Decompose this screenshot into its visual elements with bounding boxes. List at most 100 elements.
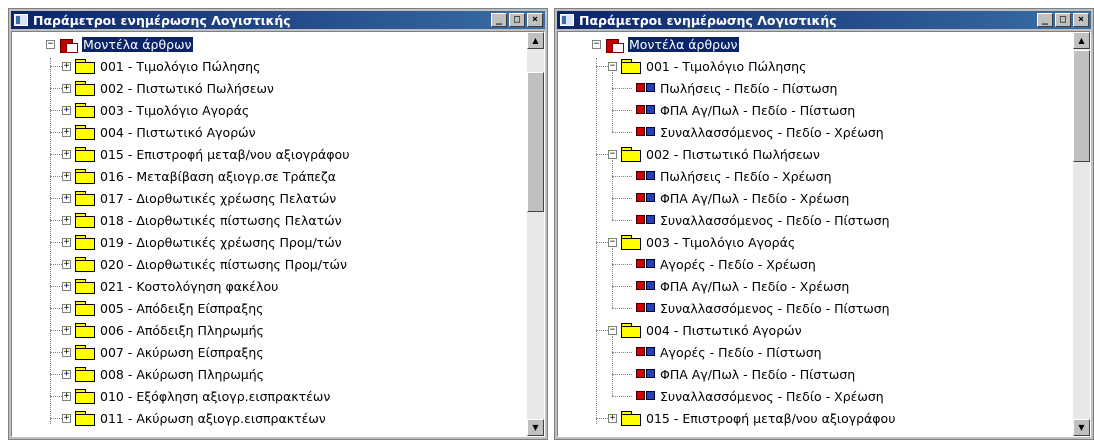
tree-leaf-node[interactable]: Αγορές - Πεδίο - Χρέωση [636, 254, 816, 274]
scroll-thumb[interactable] [1073, 50, 1090, 162]
expand-icon[interactable]: + [62, 281, 71, 291]
tree-root-node[interactable]: − Μοντέλα άρθρων [46, 34, 193, 54]
expand-icon[interactable]: + [62, 413, 71, 423]
tree-item[interactable]: +017 - Διορθωτικές χρέωσης Πελατών [62, 188, 336, 208]
tree-leaf-node[interactable]: Συναλλασσόμενος - Πεδίο - Χρέωση [636, 386, 884, 406]
expand-icon[interactable]: + [62, 215, 71, 225]
tree-node-label: 016 - Μεταβίβαση αξιογρ.σε Τράπεζα [100, 168, 337, 184]
tree-item[interactable]: +015 - Επιστροφή μεταβ/νου αξιογράφου [62, 144, 349, 164]
folder-icon [75, 411, 95, 426]
scroll-thumb[interactable] [527, 72, 544, 212]
tree-leaf-node[interactable]: ΦΠΑ Αγ/Πωλ - Πεδίο - Χρέωση [636, 188, 849, 208]
tree-item[interactable]: +002 - Πιστωτικό Πωλήσεων [62, 78, 274, 98]
tree-view[interactable]: − Μοντέλα άρθρων +001 - Τιμολόγιο Πώλησης +… [12, 32, 526, 436]
expand-icon[interactable]: + [62, 347, 71, 357]
scroll-down-button[interactable]: ▼ [1073, 419, 1090, 436]
tree-item[interactable]: +005 - Απόδειξη Είσπραξης [62, 298, 264, 318]
tree-leaf-node[interactable]: Συναλλασσόμενος - Πεδίο - Πίστωση [636, 298, 890, 318]
tree-connector-line [50, 418, 62, 419]
expand-icon[interactable]: + [62, 325, 71, 335]
close-button[interactable]: × [1073, 13, 1089, 27]
folder-icon [75, 213, 95, 228]
scroll-down-button[interactable]: ▼ [527, 419, 544, 436]
expand-icon[interactable]: + [608, 413, 617, 423]
tree-leaf-node[interactable]: ΦΠΑ Αγ/Πωλ - Πεδίο - Πίστωση [636, 364, 855, 384]
tree-connector-line [612, 264, 632, 265]
tree-leaf-node[interactable]: Συναλλασσόμενος - Πεδίο - Πίστωση [636, 210, 890, 230]
tree-group-node[interactable]: − 003 - Τιμολόγιο Αγοράς [608, 232, 795, 252]
scroll-up-button[interactable]: ▲ [1073, 32, 1090, 49]
tree-item[interactable]: +008 - Ακύρωση Πληρωμής [62, 364, 264, 384]
tree-connector-line [596, 242, 608, 243]
tree-view[interactable]: − Μοντέλα άρθρων − 001 - Τιμολόγιο Πώλησης Π… [558, 32, 1072, 436]
tree-leaf-node[interactable]: Συναλλασσόμενος - Πεδίο - Χρέωση [636, 122, 884, 142]
tree-group-node[interactable]: − 001 - Τιμολόγιο Πώλησης [608, 56, 806, 76]
folder-icon [75, 323, 95, 338]
maximize-button[interactable]: □ [509, 13, 525, 27]
tree-leaf-node[interactable]: ΦΠΑ Αγ/Πωλ - Πεδίο - Πίστωση [636, 100, 855, 120]
title-bar[interactable]: Παράμετροι ενημέρωσης Λογιστικής _ □ × [11, 11, 545, 29]
tree-item[interactable]: +018 - Διορθωτικές πίστωσης Πελατών [62, 210, 342, 230]
ledger-entry-icon [636, 257, 656, 271]
expand-icon[interactable]: + [62, 171, 71, 181]
expand-icon[interactable]: + [62, 105, 71, 115]
expand-icon[interactable]: + [62, 303, 71, 313]
tree-item[interactable]: +004 - Πιστωτικό Αγορών [62, 122, 256, 142]
collapse-icon[interactable]: − [608, 149, 617, 159]
folder-icon [75, 147, 95, 162]
tree-group-node[interactable]: − 004 - Πιστωτικό Αγορών [608, 320, 802, 340]
expand-icon[interactable]: + [62, 193, 71, 203]
vertical-scrollbar[interactable]: ▲ ▼ [527, 32, 544, 436]
collapse-icon[interactable]: − [46, 39, 55, 49]
tree-connector-line [50, 220, 62, 221]
ledger-entry-icon [636, 389, 656, 403]
collapse-icon[interactable]: − [608, 325, 617, 335]
close-button[interactable]: × [527, 13, 543, 27]
collapse-icon[interactable]: − [592, 39, 601, 49]
expand-icon[interactable]: + [62, 369, 71, 379]
left-window: Παράμετροι ενημέρωσης Λογιστικής _ □ × −… [8, 8, 548, 440]
tree-leaf-node[interactable]: Αγορές - Πεδίο - Πίστωση [636, 342, 822, 362]
minimize-button[interactable]: _ [1037, 13, 1053, 27]
expand-icon[interactable]: + [62, 149, 71, 159]
folder-icon [75, 191, 95, 206]
tree-group-node[interactable]: − 002 - Πιστωτικό Πωλήσεων [608, 144, 820, 164]
tree-item[interactable]: +016 - Μεταβίβαση αξιογρ.σε Τράπεζα [62, 166, 336, 186]
tree-node-label: ΦΠΑ Αγ/Πωλ - Πεδίο - Χρέωση [660, 190, 850, 206]
tree-node-label: Πωλήσεις - Πεδίο - Πίστωση [660, 80, 838, 96]
tree-leaf-node[interactable]: Πωλήσεις - Πεδίο - Χρέωση [636, 166, 832, 186]
scroll-up-button[interactable]: ▲ [527, 32, 544, 49]
tree-item[interactable]: +010 - Εξόφληση αξιογρ.εισπρακτέων [62, 386, 330, 406]
expand-icon[interactable]: + [62, 391, 71, 401]
tree-group-node[interactable]: +015 - Επιστροφή μεταβ/νου αξιογράφου [608, 408, 895, 428]
tree-connector-line [612, 396, 632, 397]
tree-item[interactable]: +003 - Τιμολόγιο Αγοράς [62, 100, 249, 120]
tree-leaf-node[interactable]: Πωλήσεις - Πεδίο - Πίστωση [636, 78, 837, 98]
tree-item[interactable]: +007 - Ακύρωση Είσπραξης [62, 342, 264, 362]
tree-root-node[interactable]: − Μοντέλα άρθρων [592, 34, 739, 54]
minimize-button[interactable]: _ [491, 13, 507, 27]
tree-item[interactable]: +001 - Τιμολόγιο Πώλησης [62, 56, 260, 76]
title-bar[interactable]: Παράμετροι ενημέρωσης Λογιστικής _ □ × [557, 11, 1091, 29]
app-icon [14, 14, 28, 26]
collapse-icon[interactable]: − [608, 237, 617, 247]
collapse-icon[interactable]: − [608, 61, 617, 71]
tree-item[interactable]: +019 - Διορθωτικές χρέωσης Προμ/τών [62, 232, 342, 252]
expand-icon[interactable]: + [62, 127, 71, 137]
expand-icon[interactable]: + [62, 259, 71, 269]
window-controls: _ □ × [1037, 13, 1089, 27]
expand-icon[interactable]: + [62, 61, 71, 71]
expand-icon[interactable]: + [62, 237, 71, 247]
tree-item[interactable]: +021 - Κοστολόγηση φακέλου [62, 276, 278, 296]
maximize-button[interactable]: □ [1055, 13, 1071, 27]
tree-item[interactable]: +020 - Διορθωτικές πίστωσης Προμ/τών [62, 254, 347, 274]
tree-connector-line [50, 88, 62, 89]
ledger-entry-icon [636, 169, 656, 183]
window-title: Παράμετροι ενημέρωσης Λογιστικής [33, 12, 291, 28]
tree-item[interactable]: +006 - Απόδειξη Πληρωμής [62, 320, 264, 340]
tree-item[interactable]: +011 - Ακύρωση αξιογρ.εισπρακτέων [62, 408, 326, 428]
tree-connector-line [50, 176, 62, 177]
tree-leaf-node[interactable]: ΦΠΑ Αγ/Πωλ - Πεδίο - Χρέωση [636, 276, 849, 296]
vertical-scrollbar[interactable]: ▲ ▼ [1073, 32, 1090, 436]
expand-icon[interactable]: + [62, 83, 71, 93]
